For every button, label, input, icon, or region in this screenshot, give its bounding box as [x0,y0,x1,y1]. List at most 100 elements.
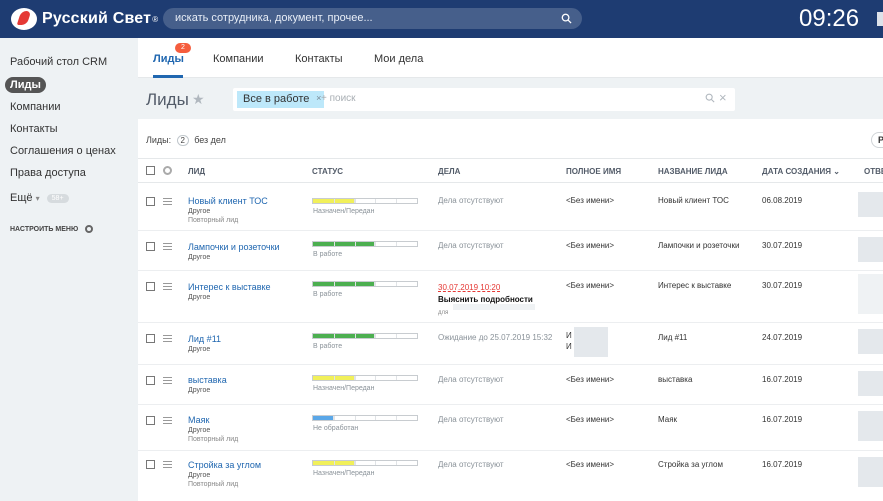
row-checkbox[interactable] [146,282,155,291]
status-progress-bar[interactable] [312,281,418,287]
status-stage-divider [375,199,377,203]
responsible-avatar[interactable] [858,411,883,441]
lead-name-link[interactable]: Интерес к выставке [188,282,271,292]
right-edge-button[interactable]: Р [871,132,883,148]
column-header-responsible[interactable]: ОТВЕ [864,167,883,176]
filter-preset-chip[interactable]: Все в работе × [237,91,325,108]
status-stage-divider [396,334,398,338]
table-row[interactable]: Лид #11 Другое В работе Ожидание до 25.0… [138,323,883,365]
lead-source: Другое [188,294,211,301]
status-progress-bar[interactable] [312,241,418,247]
lead-name-link[interactable]: Новый клиент ТОС [188,196,268,206]
created-date: 06.08.2019 [762,196,803,205]
full-name: <Без имени> [566,375,615,384]
responsible-avatar[interactable] [858,274,883,314]
sidebar-item-leads[interactable]: Лиды [5,77,46,93]
row-checkbox[interactable] [146,376,155,385]
row-checkbox[interactable] [146,242,155,251]
chevron-down-icon: ▾ [35,194,40,203]
gear-icon[interactable] [163,166,172,175]
column-header-status[interactable]: СТАТУС [312,167,343,176]
lead-source: Другое [188,427,211,434]
table-row[interactable]: выставка Другое Назначен/Передан Дела от… [138,365,883,405]
lead-name-link[interactable]: Стройка за углом [188,460,261,470]
sidebar-item-access-rights[interactable]: Права доступа [10,167,86,179]
lead-title: выставка [658,375,693,384]
row-menu-icon[interactable] [163,335,172,342]
table-row[interactable]: Маяк Другое Повторный лид Не обработан Д… [138,405,883,451]
counter-badge[interactable]: 2 [176,135,189,146]
configure-menu-label: НАСТРОИТЬ МЕНЮ [10,225,79,233]
sidebar-item-price-agreements[interactable]: Соглашения о ценах [10,145,116,157]
responsible-avatar[interactable] [858,457,883,487]
table-row[interactable]: Стройка за углом Другое Повторный лид На… [138,451,883,501]
row-menu-icon[interactable] [163,377,172,384]
tab-my-activities[interactable]: Мои дела [374,53,423,65]
lead-name-link[interactable]: выставка [188,375,227,385]
responsible-avatar[interactable] [858,371,883,396]
status-progress-bar[interactable] [312,415,418,421]
sidebar-item-companies[interactable]: Компании [10,101,61,113]
global-search-input[interactable]: искать сотрудника, документ, прочее... [163,8,582,29]
table-row[interactable]: Интерес к выставке Другое В работе 30.07… [138,271,883,323]
responsible-avatar[interactable] [858,192,883,217]
column-header-lead-title[interactable]: НАЗВАНИЕ ЛИДА [658,167,728,176]
activities-text: Дела отсутствуют [438,241,504,250]
row-menu-icon[interactable] [163,198,172,205]
status-label: Назначен/Передан [313,208,375,215]
configure-menu-link[interactable]: НАСТРОИТЬ МЕНЮ [10,225,94,233]
status-stage-divider [396,199,398,203]
full-name: <Без имени> [566,415,615,424]
activity-title[interactable]: Выяснить подробности [438,295,533,304]
list-toolbar: Лиды ★ Все в работе × + поиск × [138,78,883,119]
activity-deadline-link[interactable]: 30.07.2019 10:20 [438,283,500,292]
created-date: 30.07.2019 [762,241,803,250]
row-menu-icon[interactable] [163,461,172,468]
tab-contacts[interactable]: Контакты [295,53,343,65]
company-logo[interactable]: Русский Свет ® [11,8,158,30]
tab-leads[interactable]: Лиды [153,53,184,65]
select-all-checkbox[interactable] [146,166,155,175]
table-row[interactable]: Лампочки и розеточки Другое В работе Дел… [138,231,883,271]
sidebar-item-more[interactable]: Ещё ▾ 58+ [10,192,69,204]
column-header-created-date[interactable]: ДАТА СОЗДАНИЯ ⌄ [762,167,840,176]
status-progress-bar[interactable] [312,198,418,204]
close-icon[interactable]: × [719,90,727,105]
sidebar-item-crm-desktop[interactable]: Рабочий стол CRM [10,56,107,68]
activity-assignee-redacted [453,304,535,310]
row-checkbox[interactable] [146,460,155,469]
status-progress-bar[interactable] [312,460,418,466]
star-icon[interactable]: ★ [192,91,205,108]
lead-name-link[interactable]: Маяк [188,415,209,425]
status-stage-divider [333,334,335,338]
header-clock[interactable]: 09:26 [799,5,859,33]
status-progress-bar[interactable] [312,375,418,381]
flag-icon[interactable] [877,12,883,26]
row-menu-icon[interactable] [163,283,172,290]
column-header-full-name[interactable]: ПОЛНОЕ ИМЯ [566,167,621,176]
status-progress-bar[interactable] [312,333,418,339]
sidebar-more-label: Ещё [10,192,33,204]
row-menu-icon[interactable] [163,417,172,424]
lead-source: Другое [188,387,211,394]
row-checkbox[interactable] [146,334,155,343]
row-checkbox[interactable] [146,416,155,425]
table-row[interactable]: Новый клиент ТОС Другое Повторный лид На… [138,184,883,231]
status-stage-divider [354,282,356,286]
lead-name-link[interactable]: Лид #11 [188,334,221,344]
responsible-avatar[interactable] [858,329,883,354]
search-icon[interactable] [705,93,715,103]
status-label: Назначен/Передан [313,385,375,392]
tab-companies[interactable]: Компании [213,53,264,65]
row-checkbox[interactable] [146,197,155,206]
search-icon[interactable] [561,13,572,24]
sidebar-item-contacts[interactable]: Контакты [10,123,58,135]
responsible-avatar[interactable] [858,237,883,262]
lead-name-link[interactable]: Лампочки и розеточки [188,242,280,252]
column-header-activities[interactable]: ДЕЛА [438,167,460,176]
column-header-lead[interactable]: ЛИД [188,167,205,176]
filter-search-field[interactable]: Все в работе × + поиск × [233,88,735,111]
lead-title: Стройка за углом [658,460,723,469]
lead-title: Маяк [658,415,678,424]
row-menu-icon[interactable] [163,243,172,250]
